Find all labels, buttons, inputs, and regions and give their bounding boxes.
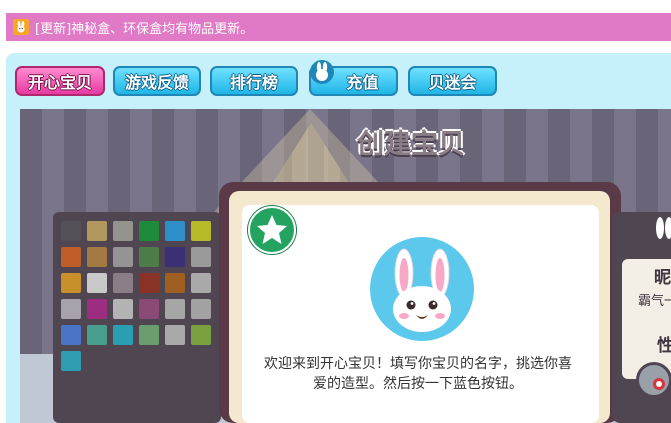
game-frame: 开心宝贝 游戏反馈 排行榜 充值 贝迷会 创建宝贝 欢迎来到开心宝贝！填写你宝贝… xyxy=(6,53,671,423)
color-swatch[interactable] xyxy=(113,247,133,267)
color-swatch[interactable] xyxy=(139,247,159,267)
color-swatch[interactable] xyxy=(191,221,211,241)
tab-feedback[interactable]: 游戏反馈 xyxy=(113,66,201,96)
welcome-message: 欢迎来到开心宝贝！填写你宝贝的名字，挑选你喜爱的造型。然后按一下蓝色按钮。 xyxy=(264,356,572,392)
color-swatch[interactable] xyxy=(139,273,159,293)
tab-label: 充值 xyxy=(346,73,379,92)
color-swatch[interactable] xyxy=(191,299,211,319)
color-swatch[interactable] xyxy=(61,325,81,345)
bunny-icon xyxy=(309,59,335,89)
color-swatch[interactable] xyxy=(113,221,133,241)
tab-happy-baby[interactable]: 开心宝贝 xyxy=(15,66,105,96)
tab-fan-club[interactable]: 贝迷会 xyxy=(408,66,497,96)
color-swatch[interactable] xyxy=(87,325,107,345)
color-swatch[interactable] xyxy=(165,325,185,345)
tab-recharge[interactable]: 充值 xyxy=(309,60,398,96)
tab-label: 开心宝贝 xyxy=(27,73,92,92)
star-icon xyxy=(248,206,296,254)
color-swatch[interactable] xyxy=(139,325,159,345)
bunny-icon xyxy=(652,216,671,250)
color-swatch[interactable] xyxy=(139,221,159,241)
color-swatch[interactable] xyxy=(87,221,107,241)
tab-label: 排行榜 xyxy=(229,73,278,92)
color-swatch[interactable] xyxy=(61,273,81,293)
notice-bar: [更新]神秘盒、环保盒均有物品更新。 xyxy=(6,13,671,41)
color-swatch[interactable] xyxy=(165,299,185,319)
notice-text[interactable]: [更新]神秘盒、环保盒均有物品更新。 xyxy=(35,18,253,37)
color-swatch[interactable] xyxy=(61,351,81,371)
color-swatch[interactable] xyxy=(87,299,107,319)
bunny-icon xyxy=(13,19,29,35)
color-swatch[interactable] xyxy=(113,299,133,319)
tab-label: 游戏反馈 xyxy=(124,73,189,92)
color-swatch[interactable] xyxy=(61,299,81,319)
color-swatch[interactable] xyxy=(165,247,185,267)
color-swatch[interactable] xyxy=(165,273,185,293)
color-swatch[interactable] xyxy=(87,247,107,267)
color-swatch[interactable] xyxy=(165,221,185,241)
gender-label: 性 xyxy=(657,336,671,356)
color-palette xyxy=(53,212,221,423)
color-swatch[interactable] xyxy=(191,273,211,293)
color-swatch[interactable] xyxy=(87,273,107,293)
color-swatch[interactable] xyxy=(61,247,81,267)
color-swatch[interactable] xyxy=(113,273,133,293)
bunny-avatar xyxy=(370,237,474,341)
tab-leaderboard[interactable]: 排行榜 xyxy=(210,66,298,96)
nickname-value: 霸气一 xyxy=(638,294,671,309)
gender-toggle[interactable] xyxy=(636,362,671,398)
color-swatch[interactable] xyxy=(191,247,211,267)
tab-label: 贝迷会 xyxy=(428,73,477,92)
stage-title: 创建宝贝 xyxy=(357,129,465,160)
color-swatch[interactable] xyxy=(61,221,81,241)
nickname-label: 昵 xyxy=(654,268,671,288)
color-swatch[interactable] xyxy=(139,299,159,319)
game-stage: 创建宝贝 欢迎来到开心宝贝！填写你宝贝的名字，挑选你喜爱的造型。然后按一下蓝色按… xyxy=(20,109,671,423)
color-swatch[interactable] xyxy=(113,325,133,345)
color-swatch[interactable] xyxy=(191,325,211,345)
